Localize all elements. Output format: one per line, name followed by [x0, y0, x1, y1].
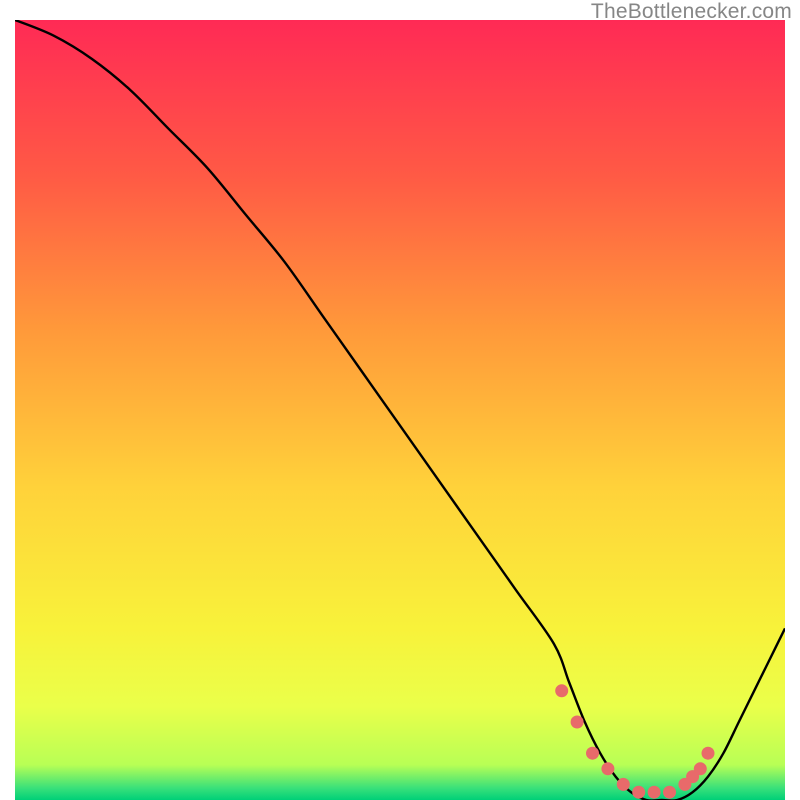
- sweet-spot-dot: [663, 786, 676, 799]
- sweet-spot-dot: [571, 716, 584, 729]
- sweet-spot-dot: [601, 762, 614, 775]
- sweet-spot-dot: [648, 786, 661, 799]
- sweet-spot-dot: [555, 684, 568, 697]
- chart-container: TheBottlenecker.com: [0, 0, 800, 800]
- plot-area: [15, 20, 785, 800]
- sweet-spot-dot: [617, 778, 630, 791]
- sweet-spot-dot: [694, 762, 707, 775]
- gradient-background: [15, 20, 785, 800]
- sweet-spot-dot: [702, 747, 715, 760]
- sweet-spot-dot: [632, 786, 645, 799]
- sweet-spot-dot: [586, 747, 599, 760]
- chart-svg: [15, 20, 785, 800]
